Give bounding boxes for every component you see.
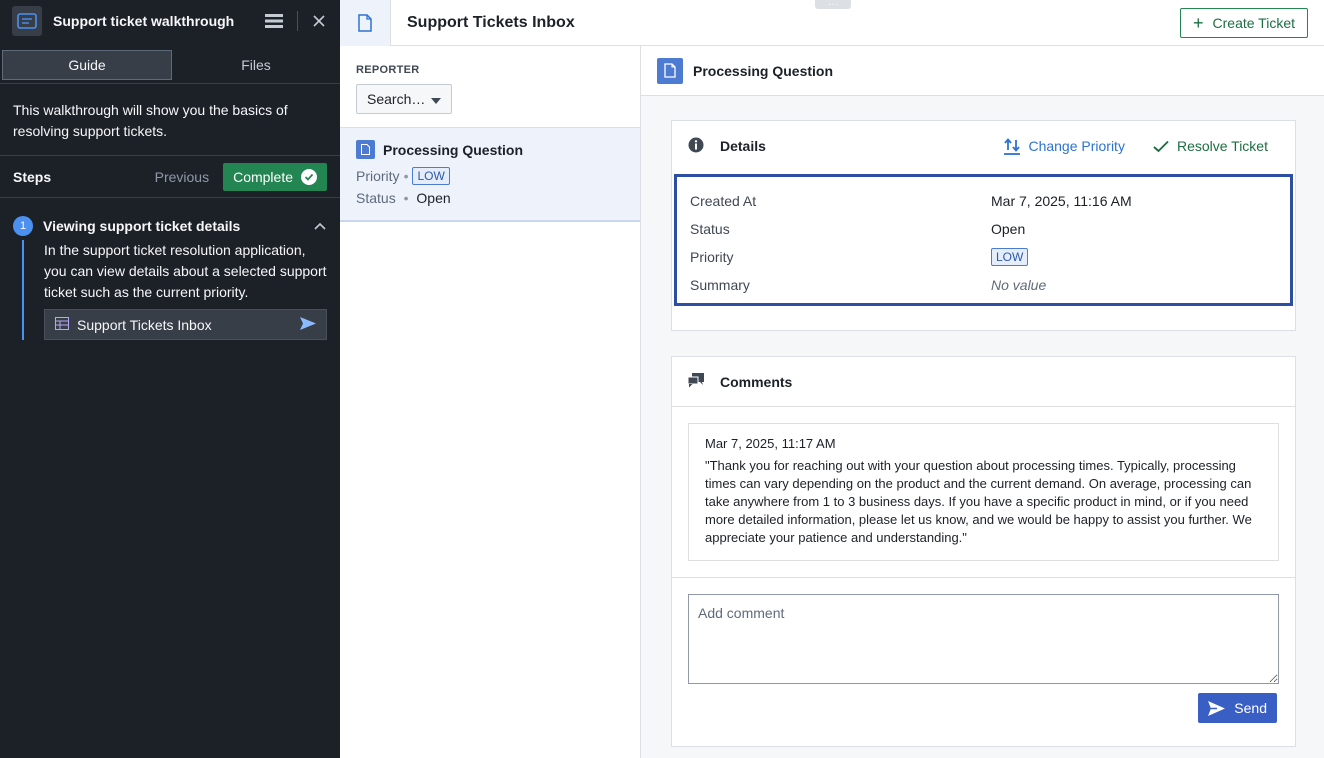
steps-label: Steps xyxy=(13,168,52,185)
reporter-select-value: Search… xyxy=(367,91,426,107)
detail-header: Processing Question xyxy=(641,46,1324,96)
step-title: Viewing support ticket details xyxy=(43,218,241,234)
document-icon xyxy=(356,140,375,159)
send-icon xyxy=(1208,700,1226,716)
comments-icon xyxy=(687,372,704,391)
chevron-up-icon[interactable] xyxy=(313,219,327,233)
previous-button[interactable]: Previous xyxy=(155,169,209,185)
detail-key: Status xyxy=(690,221,730,237)
tab-guide[interactable]: Guide xyxy=(2,50,172,80)
send-label: Send xyxy=(1234,700,1267,716)
details-card: Details Change Priority Resolve Ticket C… xyxy=(671,120,1296,331)
reporter-filter: REPORTER Search… xyxy=(340,46,640,128)
drag-handle[interactable]: ··· xyxy=(815,0,851,9)
step-1: 1 Viewing support ticket details In the … xyxy=(0,198,340,340)
resolve-ticket-label: Resolve Ticket xyxy=(1176,138,1268,154)
document-icon xyxy=(340,0,391,46)
guide-tabs: Guide Files xyxy=(0,42,340,84)
step-header[interactable]: 1 Viewing support ticket details xyxy=(13,216,327,236)
check-circle-icon xyxy=(301,168,317,185)
check-icon xyxy=(1153,140,1169,152)
detail-value: No value xyxy=(991,277,1047,293)
status-value: Open xyxy=(416,190,451,206)
list-item[interactable]: Processing Question Priority • LOW Statu… xyxy=(340,128,640,222)
document-icon xyxy=(657,57,683,84)
table-icon xyxy=(55,316,69,333)
complete-button[interactable]: Complete xyxy=(223,162,327,191)
ticket-status: Status • Open xyxy=(356,190,624,206)
ticket-detail: Processing Question Details Change Prior… xyxy=(641,46,1324,758)
details-label: Details xyxy=(720,138,766,154)
create-ticket-label: Create Ticket xyxy=(1212,14,1295,31)
comments-label: Comments xyxy=(720,373,793,390)
guide-title: Support ticket walkthrough xyxy=(53,13,235,29)
add-comment-input[interactable] xyxy=(688,594,1279,684)
guide-header: Support ticket walkthrough xyxy=(0,0,340,42)
step-number: 1 xyxy=(13,216,33,236)
steps-bar: Steps Previous Complete xyxy=(0,156,340,198)
detail-row-priority: Priority LOW xyxy=(690,243,1277,271)
swap-vertical-icon xyxy=(1004,137,1021,155)
info-icon xyxy=(688,137,704,156)
comments-card: Comments Mar 7, 2025, 11:17 AM "Thank yo… xyxy=(671,356,1296,747)
detail-row-created-at: Created At Mar 7, 2025, 11:16 AM xyxy=(690,187,1277,215)
filter-label: REPORTER xyxy=(356,64,420,76)
step-description: In the support ticket resolution applica… xyxy=(44,242,327,300)
detail-key: Priority xyxy=(690,249,734,265)
create-ticket-button[interactable]: + Create Ticket xyxy=(1180,7,1308,38)
plus-icon: + xyxy=(1193,12,1204,33)
comment-item: Mar 7, 2025, 11:17 AM "Thank you for rea… xyxy=(688,423,1279,561)
detail-row-status: Status Open xyxy=(690,215,1277,243)
send-button[interactable]: Send xyxy=(1198,693,1277,723)
comment-text: "Thank you for reaching out with your qu… xyxy=(705,458,1252,545)
separator-dot: • xyxy=(403,190,409,206)
change-priority-button[interactable]: Change Priority xyxy=(1004,137,1125,155)
guide-logo-icon xyxy=(12,6,42,36)
send-arrow-icon xyxy=(300,316,316,333)
comment-timestamp: Mar 7, 2025, 11:17 AM xyxy=(705,436,836,451)
resolve-ticket-button[interactable]: Resolve Ticket xyxy=(1153,138,1268,154)
priority-key: Priority xyxy=(356,168,400,184)
tab-files[interactable]: Files xyxy=(172,50,340,80)
detail-title: Processing Question xyxy=(693,62,834,79)
ticket-name: Processing Question xyxy=(383,141,524,158)
details-header: Details Change Priority Resolve Ticket xyxy=(672,121,1295,171)
priority-tag: LOW xyxy=(412,167,450,185)
page-title: Support Tickets Inbox xyxy=(407,13,575,31)
menu-icon[interactable] xyxy=(263,10,285,32)
step-link-support-tickets-inbox[interactable]: Support Tickets Inbox xyxy=(44,309,327,340)
detail-key: Summary xyxy=(690,277,750,293)
reporter-select[interactable]: Search… xyxy=(356,84,452,114)
priority-tag: LOW xyxy=(991,248,1029,266)
complete-label: Complete xyxy=(233,168,293,185)
change-priority-label: Change Priority xyxy=(1028,138,1125,154)
details-grid: Created At Mar 7, 2025, 11:16 AM Status … xyxy=(674,174,1293,306)
divider xyxy=(672,577,1295,578)
header-divider xyxy=(297,11,298,31)
status-key: Status xyxy=(356,190,396,206)
detail-row-summary: Summary No value xyxy=(690,271,1277,299)
ticket-list: REPORTER Search… Processing Question Pri… xyxy=(340,46,641,758)
step-link-label: Support Tickets Inbox xyxy=(77,316,212,333)
detail-value: Mar 7, 2025, 11:16 AM xyxy=(991,193,1132,209)
guide-intro: This walkthrough will show you the basic… xyxy=(0,84,340,156)
separator-dot: • xyxy=(403,168,409,184)
app-header: Support Tickets Inbox + Create Ticket ··… xyxy=(340,0,1324,46)
caret-down-icon xyxy=(431,91,441,107)
comments-header: Comments xyxy=(672,357,1295,407)
ticket-priority: Priority • LOW xyxy=(356,167,624,185)
detail-value: Open xyxy=(991,221,1026,237)
guide-panel: Support ticket walkthrough Guide Files T… xyxy=(0,0,340,758)
step-body: In the support ticket resolution applica… xyxy=(22,240,327,340)
close-icon[interactable] xyxy=(310,12,328,30)
detail-key: Created At xyxy=(690,193,757,209)
